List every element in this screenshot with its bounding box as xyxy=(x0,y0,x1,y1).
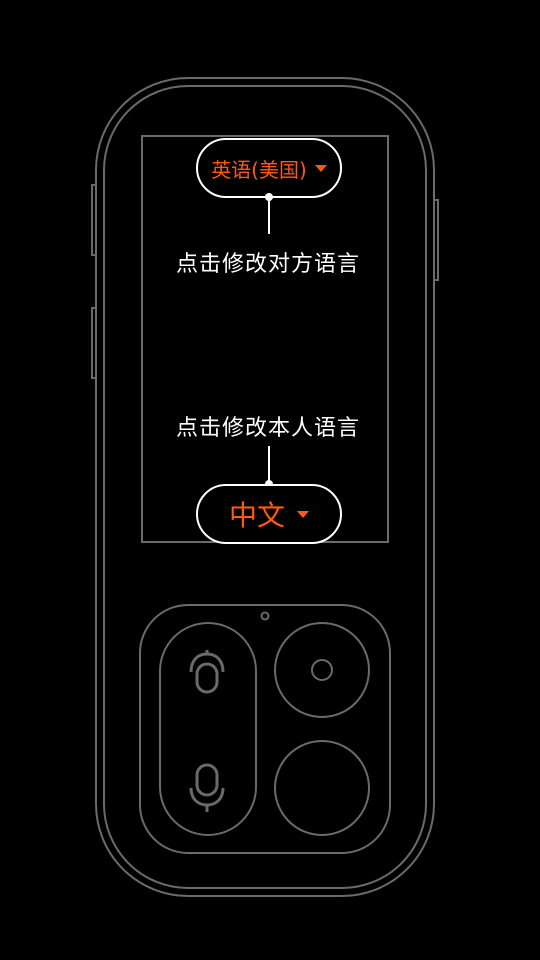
caret-down-icon xyxy=(314,164,327,172)
own-language-label: 中文 xyxy=(228,499,285,532)
remote-language-connector xyxy=(268,198,270,234)
own-language-hint: 点击修改本人语言 xyxy=(175,416,360,441)
own-language-connector xyxy=(268,446,270,484)
caret-down-icon xyxy=(297,510,309,518)
own-language-selector[interactable]: 中文 xyxy=(196,484,342,544)
remote-language-label: 英语(美国) xyxy=(211,157,307,182)
remote-language-selector[interactable]: 英语(美国) xyxy=(196,138,342,198)
remote-language-connector-dot xyxy=(265,193,273,201)
indicator-light xyxy=(260,611,270,621)
remote-language-hint: 点击修改对方语言 xyxy=(175,252,360,277)
control-panel xyxy=(139,604,391,854)
